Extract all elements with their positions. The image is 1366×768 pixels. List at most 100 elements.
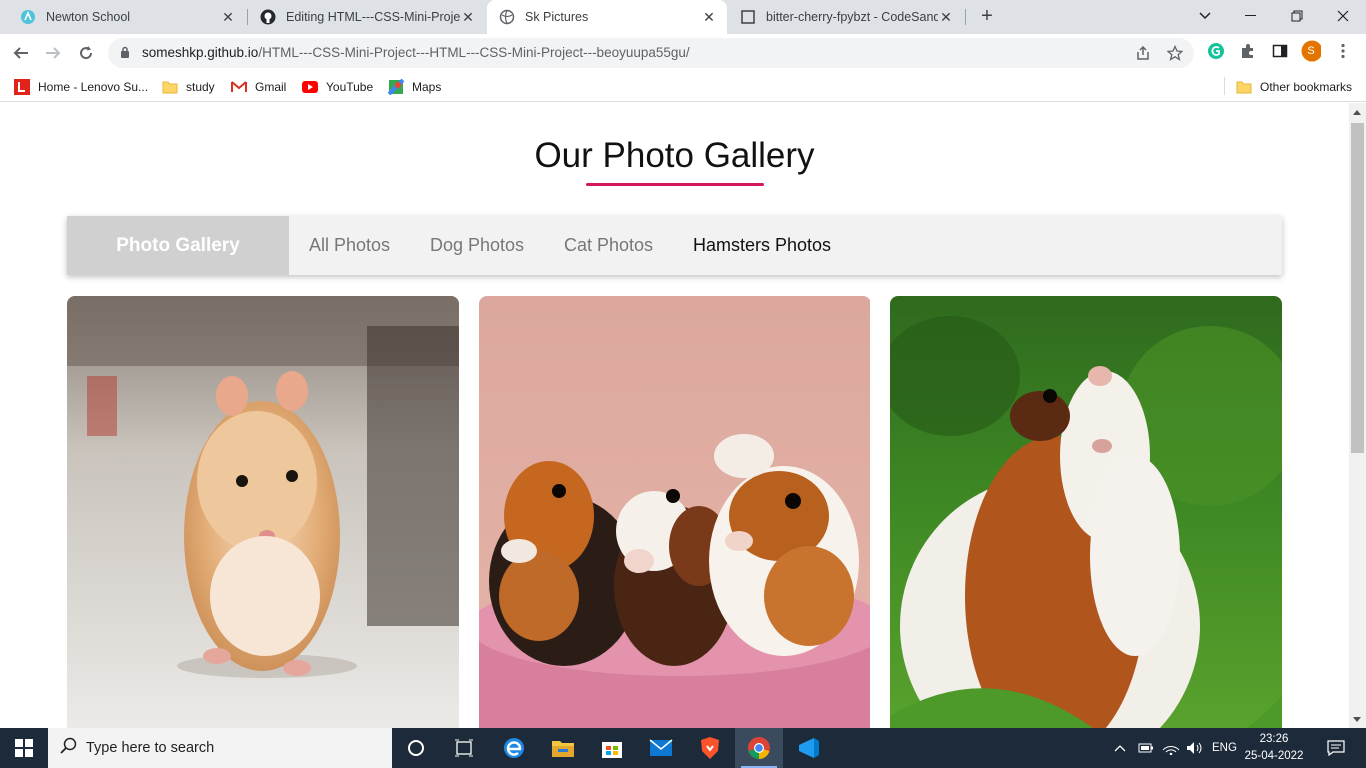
bookmark-study[interactable]: study [162,77,215,97]
nav-link-cat-photos[interactable]: Cat Photos [564,216,653,275]
url-text: someshkp.github.io/HTML---CSS-Mini-Proje… [142,45,690,60]
nav-link-dog-photos[interactable]: Dog Photos [430,216,524,275]
tab-title: Editing HTML---CSS-Mini-Project [286,10,460,24]
bookmark-star-icon[interactable] [1166,44,1184,62]
tab-codesandbox[interactable]: bitter-cherry-fpybzt - CodeSandbox ✕ [728,0,964,34]
task-view-icon[interactable] [440,728,488,768]
address-bar[interactable]: someshkp.github.io/HTML---CSS-Mini-Proje… [108,38,1194,68]
photo-card-guinea-pig-grass[interactable] [890,296,1282,728]
title-underline [586,183,764,186]
extensions-puzzle-icon[interactable] [1238,41,1258,61]
scroll-up-arrow-icon[interactable] [1353,110,1361,115]
taskbar-search-box[interactable]: Type here to search [48,728,392,768]
bookmark-label: YouTube [326,80,374,94]
nav-link-all-photos[interactable]: All Photos [309,216,390,275]
arrow-right-icon [46,47,61,59]
tab-title: bitter-cherry-fpybzt - CodeSandbox [766,10,938,24]
chrome-icon[interactable] [735,728,783,768]
bookmark-maps[interactable]: Maps [388,77,441,97]
windows-logo-icon [15,739,33,757]
chevron-down-icon [1199,12,1211,20]
start-button[interactable] [0,728,48,768]
profile-avatar[interactable]: S [1301,40,1321,62]
bookmark-youtube[interactable]: YouTube [302,77,373,97]
restore-button[interactable] [1274,0,1320,32]
close-window-button[interactable] [1320,0,1366,32]
arrow-left-icon [13,47,28,59]
bookmarks-separator [1224,77,1225,95]
globe-icon [499,9,515,25]
taskbar-clock[interactable]: 23:26 25-04-2022 [1244,731,1304,765]
bookmark-lenovo[interactable]: Home - Lenovo Su... [14,77,148,97]
close-tab-icon[interactable]: ✕ [460,9,476,26]
bookmark-label: Gmail [255,80,287,94]
cortana-icon[interactable] [392,728,440,768]
url-host: someshkp.github.io [142,45,259,60]
other-bookmarks-label: Other bookmarks [1260,80,1353,94]
photo-card-hamster[interactable] [67,296,459,728]
tab-sk-pictures[interactable]: Sk Pictures ✕ [487,0,727,34]
minimize-button[interactable] [1228,0,1274,32]
gallery-brand[interactable]: Photo Gallery [67,216,289,275]
clock-time: 23:26 [1259,733,1289,745]
bookmark-gmail[interactable]: Gmail [231,77,286,97]
folder-icon [1236,79,1252,95]
other-bookmarks[interactable]: Other bookmarks [1236,77,1352,97]
scroll-down-arrow-icon[interactable] [1353,717,1361,722]
new-tab-button[interactable]: + [976,5,998,27]
share-icon[interactable] [1134,44,1152,62]
clock-date: 25-04-2022 [1244,750,1304,762]
minimize-icon [1245,15,1256,16]
tab-editing-html[interactable]: Editing HTML---CSS-Mini-Project ✕ [248,0,486,34]
gmail-icon [231,79,247,95]
close-tab-icon[interactable]: ✕ [938,9,954,26]
bookmarks-bar: Home - Lenovo Su... study Gmail YouTube … [0,72,1366,102]
guinea-pigs-photo [479,296,871,728]
language-indicator[interactable]: ENG [1212,728,1237,768]
chevron-up-icon [1114,745,1126,752]
grammarly-icon[interactable] [1206,41,1226,61]
gallery-navbar: Photo Gallery All Photos Dog Photos Cat … [67,216,1282,275]
close-tab-icon[interactable]: ✕ [701,9,717,26]
side-panel-icon[interactable] [1270,41,1290,61]
menu-kebab-icon[interactable] [1333,41,1353,61]
vscode-icon[interactable] [785,728,833,768]
close-tab-icon[interactable]: ✕ [220,9,236,26]
folder-icon [162,79,178,95]
windows-taskbar: Type here to search ENG 23:26 25-04-2022 [0,728,1366,768]
newton-school-icon [20,9,36,25]
search-icon [60,737,78,760]
bookmark-label: Maps [412,80,442,94]
show-hidden-icons[interactable] [1114,728,1126,768]
hamster-photo [67,296,459,728]
tab-newton-school[interactable]: Newton School ✕ [8,0,246,34]
close-icon [1337,10,1349,22]
scrollbar-thumb[interactable] [1351,123,1364,453]
photo-card-guinea-pigs[interactable] [479,296,871,728]
tab-title: Sk Pictures [525,10,589,24]
microsoft-store-icon[interactable] [588,728,636,768]
tab-search-button[interactable] [1182,0,1228,32]
lenovo-icon [14,79,30,95]
edge-icon[interactable] [490,728,538,768]
bookmark-label: study [186,80,215,94]
page-title: Our Photo Gallery [534,136,815,175]
battery-icon[interactable] [1138,728,1154,768]
brave-icon[interactable] [686,728,734,768]
forward-button[interactable] [41,41,65,65]
wifi-icon[interactable] [1162,728,1180,768]
nav-link-hamsters-photos[interactable]: Hamsters Photos [693,216,831,275]
back-button[interactable] [9,41,33,65]
reload-icon [80,46,93,60]
codesandbox-icon [740,9,756,25]
mail-icon[interactable] [637,728,685,768]
page-scrollbar[interactable] [1349,103,1366,728]
restore-icon [1291,10,1303,22]
browser-toolbar: someshkp.github.io/HTML---CSS-Mini-Proje… [0,34,1366,72]
youtube-icon [302,79,318,95]
lock-icon[interactable] [120,46,130,64]
volume-icon[interactable] [1186,728,1204,768]
notification-center-button[interactable] [1318,728,1354,768]
file-explorer-icon[interactable] [539,728,587,768]
reload-button[interactable] [74,41,98,65]
